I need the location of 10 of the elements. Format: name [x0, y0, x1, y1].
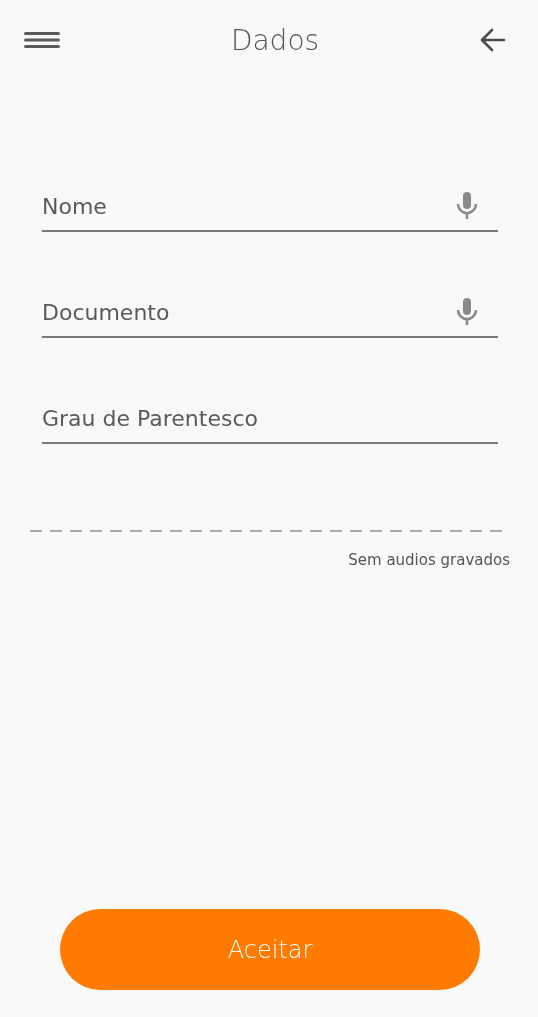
input-field[interactable]: Nome	[42, 193, 456, 219]
back-arrow-icon[interactable]	[480, 28, 506, 52]
microphone-icon[interactable]	[456, 298, 478, 326]
menu-icon[interactable]	[24, 32, 60, 48]
microphone-icon[interactable]	[456, 192, 478, 220]
input-field[interactable]: Documento	[42, 299, 456, 325]
empty-recordings-text: Sem audios gravados	[348, 551, 510, 569]
screen-title: Dados	[230, 23, 320, 57]
accept-button[interactable]: Aceitar	[60, 909, 480, 990]
input-field[interactable]: Grau de Parentesco	[42, 405, 498, 431]
